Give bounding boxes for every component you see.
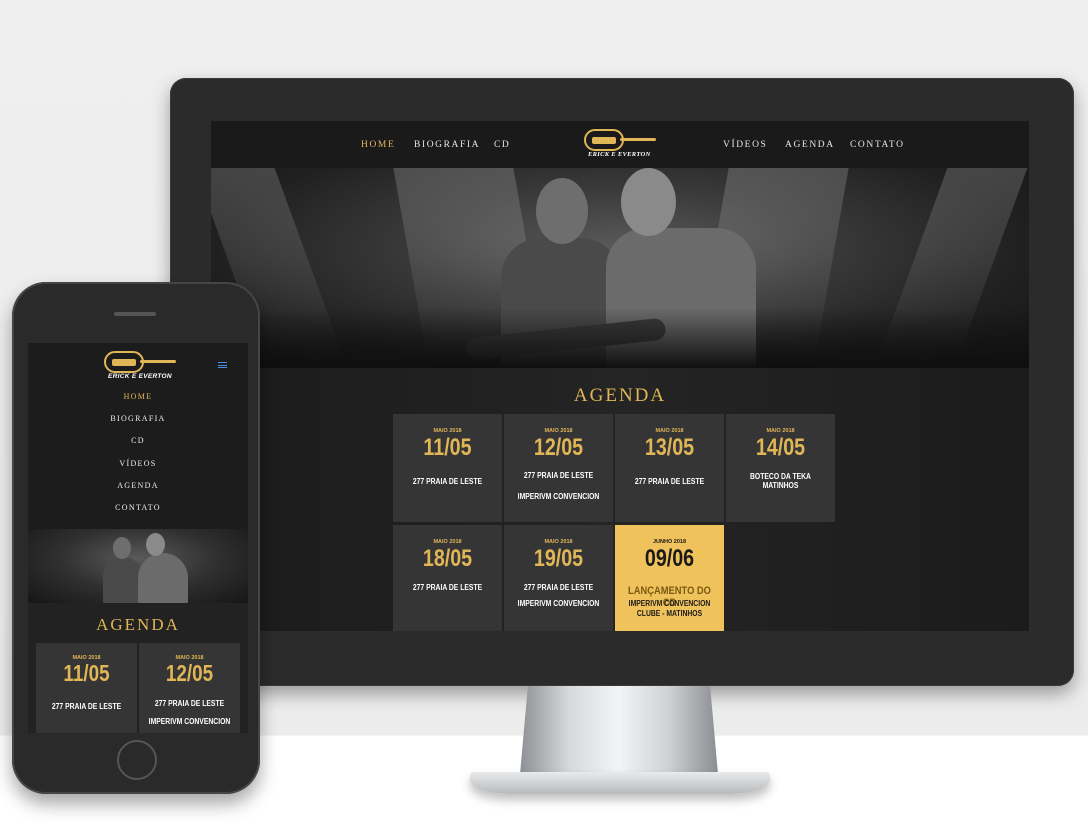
- mobile-nav-videos[interactable]: VÍDEOS: [28, 459, 248, 468]
- event-tile[interactable]: MAIO 2018 19/05 277 PRAIA DE LESTE IMPER…: [504, 525, 613, 631]
- event-tile[interactable]: MAIO 2018 18/05 277 PRAIA DE LESTE: [393, 525, 502, 631]
- phone-home-button[interactable]: [117, 740, 157, 780]
- hero-banner: [211, 168, 1029, 368]
- site-logo[interactable]: ERICK E EVERTON: [584, 129, 656, 159]
- nav-home[interactable]: HOME: [361, 140, 395, 150]
- phone-speaker: [114, 312, 156, 316]
- mobile-hero-banner: [28, 529, 248, 603]
- agenda-section: AGENDA MAIO 2018 11/05 277 PRAIA DE LEST…: [211, 368, 1029, 631]
- mobile-event-tile[interactable]: MAIO 2018 11/05 277 PRAIA DE LESTE: [36, 643, 137, 733]
- mobile-nav-home[interactable]: HOME: [28, 392, 248, 401]
- mobile-nav-contato[interactable]: CONTATO: [28, 503, 248, 512]
- mobile-nav: ERICK E EVERTON HOME BIOGRAFIA CD VÍDEOS…: [28, 343, 248, 529]
- desktop-screen: HOME BIOGRAFIA CD ERICK E EVERTON VÍDEOS…: [211, 121, 1029, 631]
- nav-contato[interactable]: CONTATO: [850, 140, 905, 150]
- nav-biografia[interactable]: BIOGRAFIA: [414, 140, 480, 150]
- event-tile[interactable]: MAIO 2018 11/05 277 PRAIA DE LESTE: [393, 414, 502, 522]
- event-tile[interactable]: MAIO 2018 14/05 BOTECO DA TEKA MATINHOS: [726, 414, 835, 522]
- nav-videos[interactable]: VÍDEOS: [723, 140, 767, 150]
- mobile-site-logo[interactable]: ERICK E EVERTON: [104, 351, 176, 381]
- event-tile-highlight[interactable]: JUNHO 2018 09/06 LANÇAMENTO DO CD IMPERI…: [615, 525, 724, 631]
- monitor-base: [470, 772, 770, 794]
- mobile-event-tile[interactable]: MAIO 2018 12/05 277 PRAIA DE LESTE IMPER…: [139, 643, 240, 733]
- mobile-logo-text: ERICK E EVERTON: [108, 373, 172, 380]
- mobile-agenda-section: AGENDA MAIO 2018 11/05 277 PRAIA DE LEST…: [28, 603, 248, 733]
- nav-cd[interactable]: CD: [494, 140, 510, 150]
- hamburger-menu-icon[interactable]: [218, 362, 227, 368]
- event-tile[interactable]: MAIO 2018 13/05 277 PRAIA DE LESTE: [615, 414, 724, 522]
- logo-text: ERICK E EVERTON: [588, 151, 651, 158]
- mobile-nav-agenda[interactable]: AGENDA: [28, 481, 248, 490]
- guitar-logo-icon: [104, 351, 144, 373]
- nav-agenda[interactable]: AGENDA: [785, 140, 835, 150]
- event-tile[interactable]: MAIO 2018 12/05 277 PRAIA DE LESTE IMPER…: [504, 414, 613, 522]
- mobile-nav-biografia[interactable]: BIOGRAFIA: [28, 414, 248, 423]
- mobile-agenda-title: AGENDA: [96, 615, 180, 634]
- monitor-stand: [520, 686, 718, 774]
- mobile-screen: ERICK E EVERTON HOME BIOGRAFIA CD VÍDEOS…: [28, 343, 248, 733]
- guitar-logo-icon: [584, 129, 624, 151]
- mobile-nav-cd[interactable]: CD: [28, 436, 248, 445]
- agenda-title: AGENDA: [573, 385, 667, 406]
- desktop-nav: HOME BIOGRAFIA CD ERICK E EVERTON VÍDEOS…: [211, 121, 1029, 168]
